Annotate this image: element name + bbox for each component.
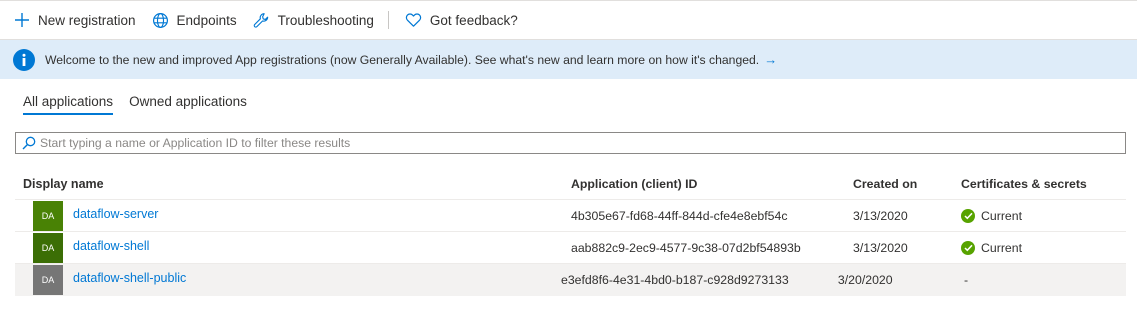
avatar: DA [33, 232, 63, 263]
new-registration-button[interactable]: New registration [0, 1, 144, 39]
table-row[interactable]: DA dataflow-shell aab882c9-2ec9-4577-9c3… [15, 232, 1126, 264]
cert-status-label: Current [981, 240, 1023, 255]
globe-icon [152, 11, 170, 29]
column-header-display-name[interactable]: Display name [15, 177, 571, 191]
client-id-cell: e3efd8f6-4e31-4bd0-b187-c928d9273133 [560, 273, 789, 287]
avatar: DA [33, 200, 63, 231]
table-header: Display name Application (client) ID Cre… [15, 168, 1126, 200]
wrench-icon [253, 11, 271, 29]
tab-owned-applications[interactable]: Owned applications [129, 92, 247, 115]
cert-status-cell: Current [961, 208, 1126, 223]
cert-status-cell: - [963, 273, 969, 287]
filter-box [15, 132, 1126, 154]
name-cell: DA dataflow-shell-public [15, 265, 561, 295]
banner-text: Welcome to the new and improved App regi… [45, 52, 760, 67]
heart-icon [405, 11, 423, 29]
feedback-button[interactable]: Got feedback? [397, 1, 526, 39]
table-row[interactable]: DA dataflow-shell-public e3efd8f6-4e31-4… [15, 264, 1126, 296]
name-cell: DA dataflow-shell [15, 232, 571, 263]
endpoints-button[interactable]: Endpoints [144, 1, 245, 39]
column-header-certificates[interactable]: Certificates & secrets [961, 177, 1126, 191]
new-registration-label: New registration [38, 12, 136, 28]
cert-status-label: Current [981, 208, 1023, 223]
client-id-cell: aab882c9-2ec9-4577-9c38-07d2bf54893b [571, 240, 801, 255]
search-icon [22, 136, 36, 150]
column-header-created-on[interactable]: Created on [853, 177, 961, 191]
applications-table: Display name Application (client) ID Cre… [15, 168, 1126, 296]
created-on-cell: 3/13/2020 [853, 208, 908, 223]
table-row[interactable]: DA dataflow-server 4b305e67-fd68-44ff-84… [15, 200, 1126, 232]
app-name-link[interactable]: dataflow-shell-public [73, 271, 186, 285]
check-circle-icon [961, 240, 975, 255]
avatar: DA [33, 265, 63, 295]
app-name-link[interactable]: dataflow-shell [73, 239, 149, 253]
troubleshooting-button[interactable]: Troubleshooting [245, 1, 382, 39]
info-banner: Welcome to the new and improved App regi… [0, 40, 1137, 79]
toolbar-separator [387, 11, 389, 29]
banner-arrow-link[interactable]: → [764, 52, 777, 67]
info-icon [13, 48, 35, 71]
plus-icon [13, 11, 31, 29]
created-on-cell: 3/20/2020 [837, 273, 893, 287]
app-tabs: All applications Owned applications [23, 92, 263, 115]
troubleshooting-label: Troubleshooting [277, 12, 374, 28]
app-name-link[interactable]: dataflow-server [73, 207, 158, 221]
column-header-client-id[interactable]: Application (client) ID [571, 177, 853, 191]
client-id-cell: 4b305e67-fd68-44ff-844d-cfe4e8ebf54c [571, 208, 788, 223]
filter-input[interactable] [40, 136, 1100, 150]
command-bar: New registration Endpoints Troubleshooti… [0, 0, 1137, 40]
check-circle-icon [961, 208, 975, 223]
cert-status-cell: Current [961, 240, 1126, 255]
name-cell: DA dataflow-server [15, 200, 571, 231]
created-on-cell: 3/13/2020 [853, 240, 908, 255]
endpoints-label: Endpoints [176, 12, 237, 28]
feedback-label: Got feedback? [429, 12, 518, 28]
tab-all-applications[interactable]: All applications [23, 92, 114, 115]
app-registrations-page: New registration Endpoints Troubleshooti… [0, 0, 1137, 320]
